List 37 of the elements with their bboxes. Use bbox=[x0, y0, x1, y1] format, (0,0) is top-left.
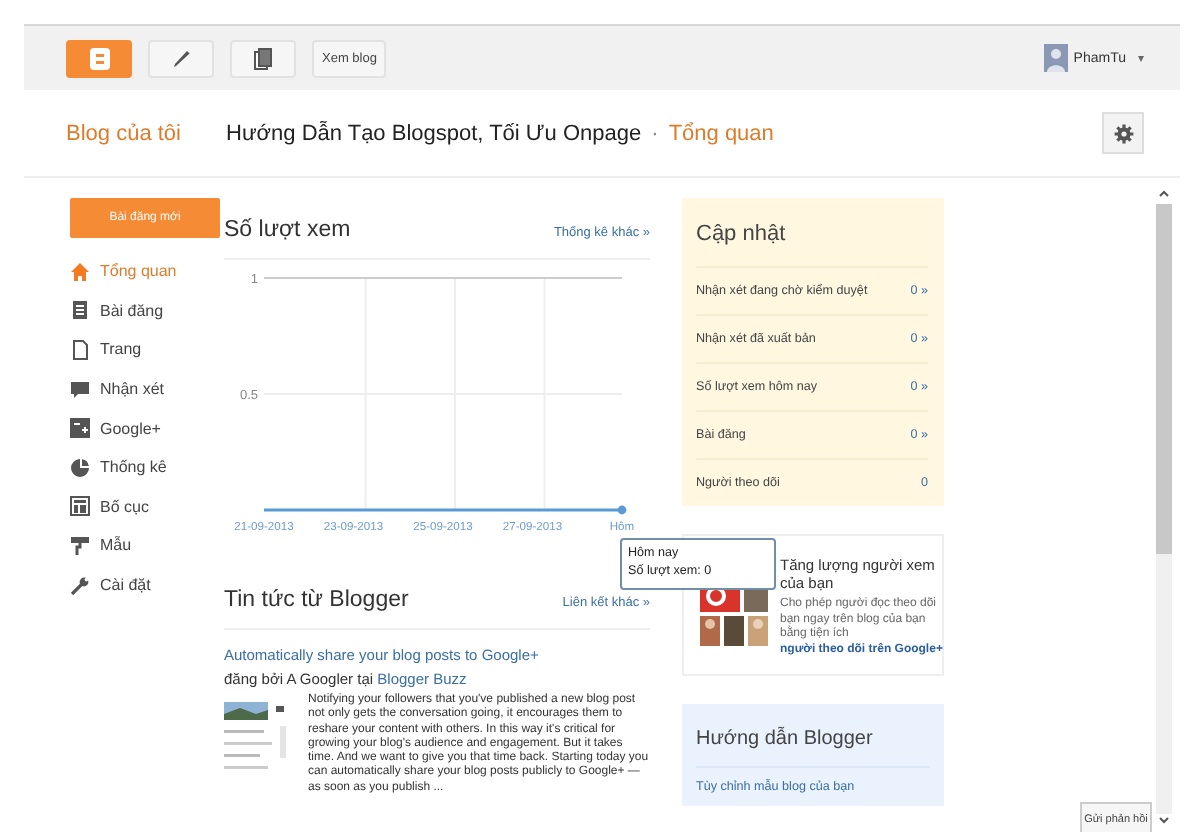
my-blogs-link[interactable]: Blog của tôi bbox=[66, 121, 226, 145]
layout-icon[interactable] bbox=[70, 496, 90, 517]
nav-item[interactable]: Cài đặt bbox=[100, 576, 151, 595]
gear-icon[interactable] bbox=[1113, 123, 1133, 143]
nav-item[interactable]: Google+ bbox=[100, 419, 161, 438]
document-icon[interactable] bbox=[70, 300, 90, 321]
nav-item[interactable]: Tổng quan bbox=[100, 262, 177, 281]
google-plus-icon[interactable] bbox=[70, 418, 90, 439]
pie-chart-icon[interactable] bbox=[70, 457, 90, 478]
nav-item[interactable]: Bố cục bbox=[100, 497, 149, 516]
page-icon[interactable] bbox=[70, 339, 90, 360]
nav-item[interactable]: Bài đăng bbox=[100, 301, 164, 320]
nav-item[interactable]: Thống kê bbox=[100, 458, 167, 477]
page-title: Tổng quan bbox=[668, 121, 774, 145]
separator: · bbox=[651, 121, 659, 145]
scroll-down-icon[interactable] bbox=[1158, 814, 1170, 826]
pages-icon bbox=[254, 47, 272, 69]
logo-icon bbox=[89, 47, 109, 69]
blog-title: Hướng Dẫn Tạo Blogspot, Tối Ưu Onpage bbox=[226, 121, 642, 145]
settings-button[interactable] bbox=[1102, 112, 1144, 154]
nav-item[interactable]: Mẫu bbox=[100, 536, 132, 555]
paint-roller-icon[interactable] bbox=[70, 535, 90, 556]
data-point[interactable] bbox=[617, 505, 627, 515]
home-icon[interactable] bbox=[70, 261, 90, 282]
wrench-icon[interactable] bbox=[70, 575, 90, 596]
avatar-icon bbox=[1043, 44, 1068, 72]
nav-item[interactable]: Trang bbox=[100, 340, 142, 359]
new-post-button[interactable] bbox=[148, 39, 214, 77]
pages-button[interactable] bbox=[230, 39, 296, 77]
nav-item[interactable]: Nhận xét bbox=[100, 380, 165, 399]
panel-title: Cập nhật bbox=[696, 220, 788, 250]
section-title: Số lượt xem bbox=[224, 218, 351, 242]
pencil-icon bbox=[171, 48, 191, 68]
panel-title: Hướng dẫn Blogger bbox=[696, 704, 930, 769]
scroll-up-icon[interactable] bbox=[1158, 188, 1170, 200]
speech-bubble-icon[interactable] bbox=[70, 379, 90, 400]
section-title: Tin tức từ Blogger bbox=[224, 588, 409, 612]
